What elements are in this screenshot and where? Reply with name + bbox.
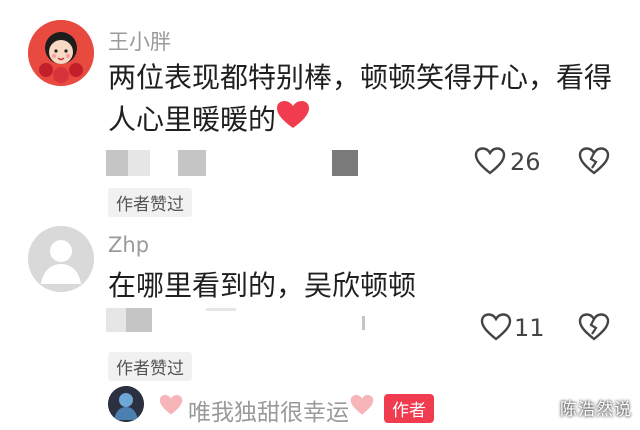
dislike-button[interactable] xyxy=(578,312,610,346)
avatar[interactable] xyxy=(28,20,94,86)
comment-text-line: 人心里暖暖的 xyxy=(108,103,277,136)
reply-text: 唯我独甜很幸运 xyxy=(188,400,349,426)
cartoon-girl-avatar-icon xyxy=(28,20,94,86)
broken-heart-icon xyxy=(578,147,610,175)
blurred-meta xyxy=(178,150,206,176)
author-liked-tag: 作者赞过 xyxy=(108,352,192,381)
author-liked-tag: 作者赞过 xyxy=(108,188,192,217)
like-button[interactable] xyxy=(474,146,506,180)
dislike-button[interactable] xyxy=(578,146,610,180)
pink-heart-icon xyxy=(348,393,376,421)
comment-username[interactable]: 王小胖 xyxy=(108,26,171,56)
like-button[interactable] xyxy=(480,312,512,346)
comment-text-line: 两位表现都特别棒，顿顿笑得开心，看得 xyxy=(108,61,613,94)
blurred-meta xyxy=(126,308,152,332)
broken-heart-icon xyxy=(578,313,610,341)
red-heart-icon xyxy=(276,99,310,143)
blurred-meta xyxy=(206,308,236,311)
blurred-meta xyxy=(362,316,365,330)
default-user-avatar-icon xyxy=(28,226,94,292)
avatar[interactable] xyxy=(28,226,94,292)
comment-text-line: 在哪里看到的，吴欣顿顿 xyxy=(108,269,417,302)
comment-username[interactable]: Zhp xyxy=(108,233,149,257)
author-avatar-icon xyxy=(108,386,144,422)
author-badge: 作者 xyxy=(384,394,434,423)
like-count: 26 xyxy=(510,148,541,176)
reply-avatar[interactable] xyxy=(108,386,144,422)
comment-text-line: 人心里暖暖的 xyxy=(108,98,310,143)
blurred-meta xyxy=(106,150,128,176)
blurred-meta xyxy=(332,150,358,176)
like-count: 11 xyxy=(514,314,545,342)
heart-outline-icon xyxy=(474,147,506,175)
heart-outline-icon xyxy=(480,313,512,341)
watermark: 陈浩然说 xyxy=(560,400,632,420)
pink-heart-icon xyxy=(157,393,185,421)
